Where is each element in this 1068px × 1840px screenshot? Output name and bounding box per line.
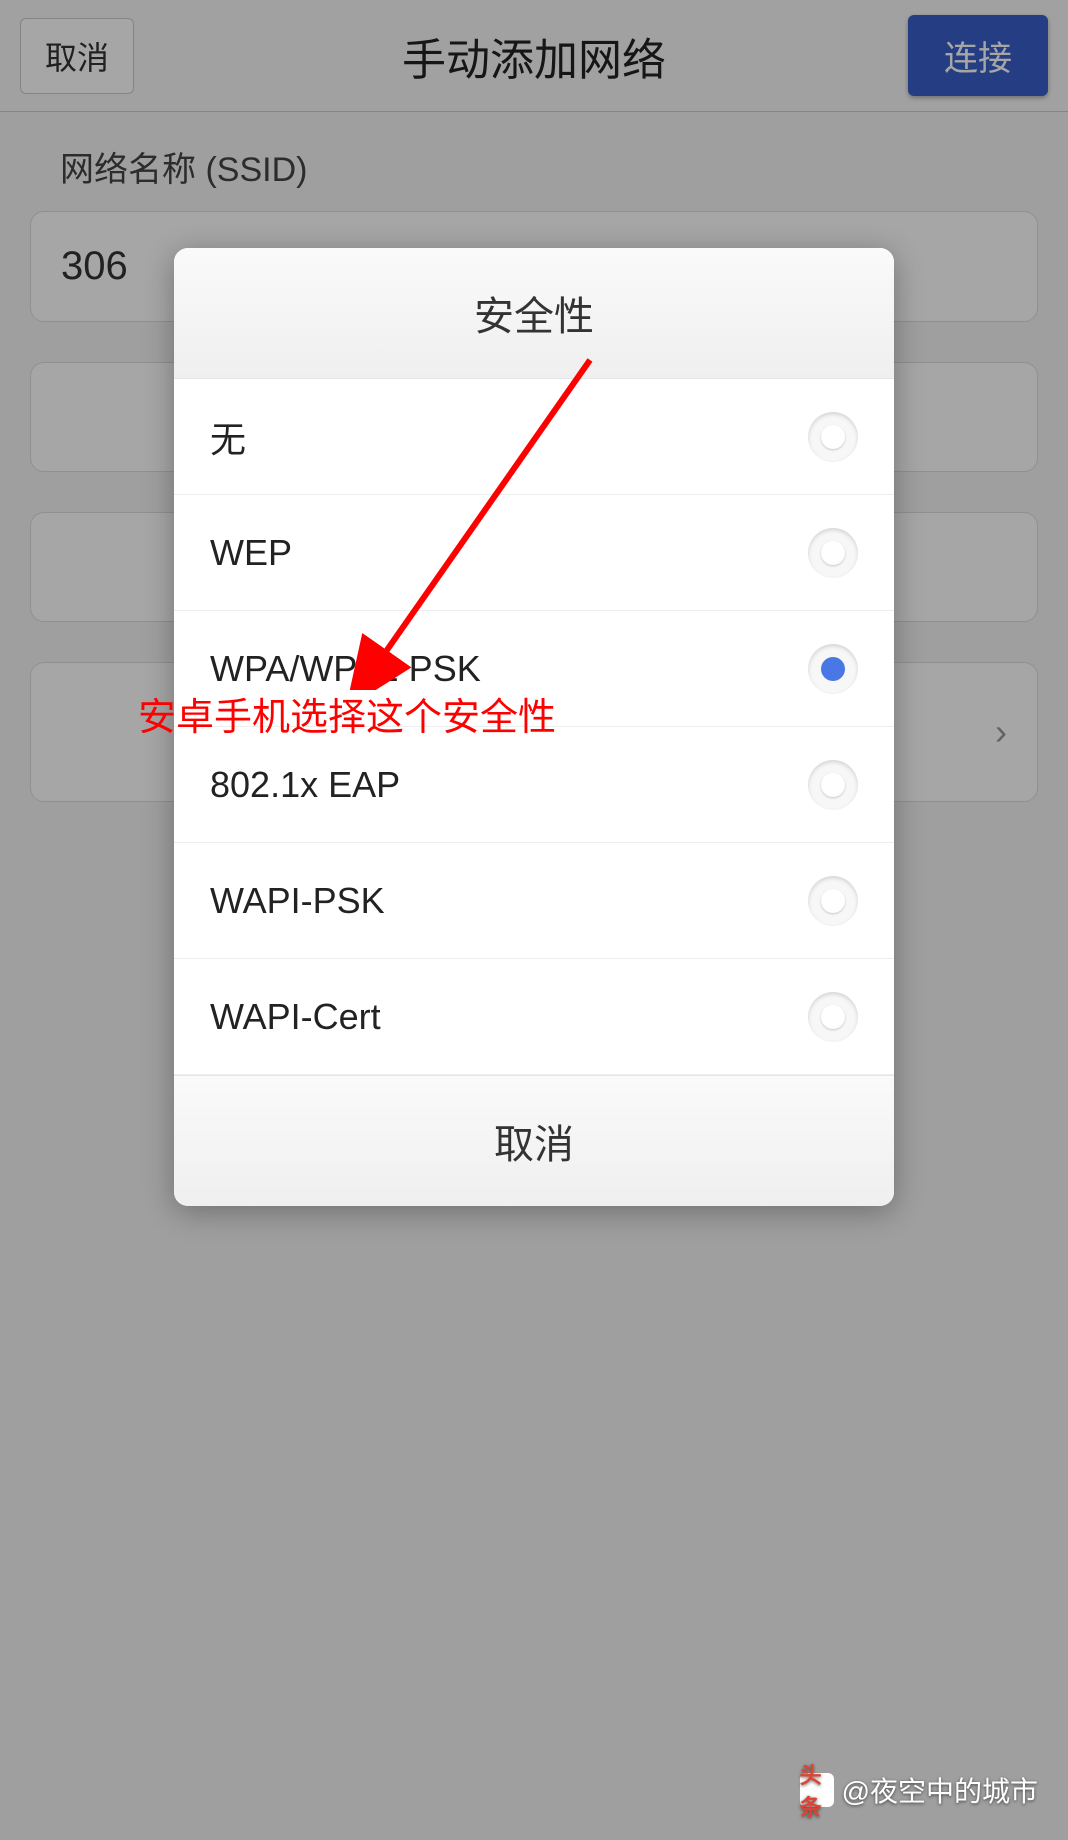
security-option-1[interactable]: WEP: [174, 495, 894, 611]
watermark-logo-icon: 头条: [800, 1773, 834, 1807]
security-option-3[interactable]: 802.1x EAP: [174, 727, 894, 843]
radio-icon: [808, 528, 858, 578]
option-label: 无: [210, 411, 246, 463]
radio-icon: [808, 644, 858, 694]
modal-title: 安全性: [174, 248, 894, 379]
watermark: 头条 @夜空中的城市: [800, 1770, 1038, 1810]
radio-icon: [808, 412, 858, 462]
option-label: 802.1x EAP: [210, 764, 400, 806]
option-label: WAPI-Cert: [210, 996, 381, 1038]
security-modal: 安全性 无 WEP WPA/WPA2 PSK 802.1x EAP WAPI-PSK WA…: [174, 248, 894, 1206]
modal-cancel-button[interactable]: 取消: [174, 1075, 894, 1206]
option-label: WPA/WPA2 PSK: [210, 648, 481, 690]
security-option-5[interactable]: WAPI-Cert: [174, 959, 894, 1075]
security-option-0[interactable]: 无: [174, 379, 894, 495]
security-option-4[interactable]: WAPI-PSK: [174, 843, 894, 959]
radio-icon: [808, 992, 858, 1042]
watermark-text: @夜空中的城市: [842, 1770, 1038, 1810]
modal-overlay[interactable]: 安全性 无 WEP WPA/WPA2 PSK 802.1x EAP WAPI-PSK WA…: [0, 0, 1068, 1840]
option-label: WAPI-PSK: [210, 880, 385, 922]
radio-icon: [808, 760, 858, 810]
radio-icon: [808, 876, 858, 926]
option-label: WEP: [210, 532, 292, 574]
security-option-2[interactable]: WPA/WPA2 PSK: [174, 611, 894, 727]
